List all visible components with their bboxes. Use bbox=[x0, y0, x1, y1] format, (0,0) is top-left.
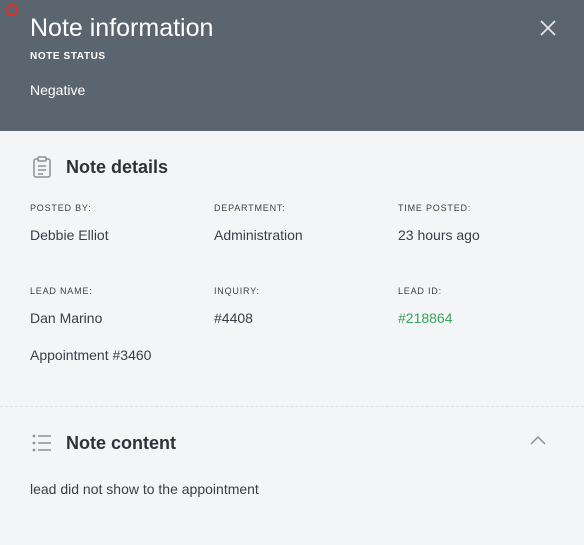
note-status-label: NOTE STATUS bbox=[30, 51, 106, 62]
note-content-text: lead did not show to the appointment bbox=[30, 481, 259, 497]
section-divider bbox=[0, 406, 584, 407]
time-posted-label: TIME POSTED: bbox=[398, 203, 472, 213]
list-icon bbox=[31, 432, 53, 454]
note-header: Note information NOTE STATUS Negative bbox=[0, 0, 584, 131]
note-content-title: Note content bbox=[66, 433, 176, 453]
close-icon bbox=[540, 20, 556, 36]
chevron-up-icon bbox=[530, 435, 546, 445]
record-indicator-icon bbox=[6, 4, 18, 16]
inquiry-value: #4408 bbox=[214, 310, 253, 326]
note-information-panel: Note information NOTE STATUS Negative No… bbox=[0, 0, 584, 545]
page-title: Note information bbox=[30, 14, 214, 42]
time-posted-value: 23 hours ago bbox=[398, 227, 480, 243]
posted-by-label: POSTED BY: bbox=[30, 203, 92, 213]
note-details-title: Note details bbox=[66, 157, 169, 177]
lead-name-label: LEAD NAME: bbox=[30, 286, 93, 296]
department-value: Administration bbox=[214, 227, 303, 243]
lead-id-link[interactable]: #218864 bbox=[398, 310, 453, 326]
note-status-value: Negative bbox=[30, 82, 86, 98]
department-label: DEPARTMENT: bbox=[214, 203, 286, 213]
inquiry-label: INQUIRY: bbox=[214, 286, 260, 296]
close-button[interactable] bbox=[538, 18, 558, 38]
lead-id-label: LEAD ID: bbox=[398, 286, 442, 296]
posted-by-value: Debbie Elliot bbox=[30, 227, 109, 243]
lead-name-value: Dan Marino bbox=[30, 310, 103, 326]
collapse-button[interactable] bbox=[529, 433, 547, 447]
clipboard-icon bbox=[31, 156, 53, 178]
appointment-value: Appointment #3460 bbox=[30, 347, 152, 363]
